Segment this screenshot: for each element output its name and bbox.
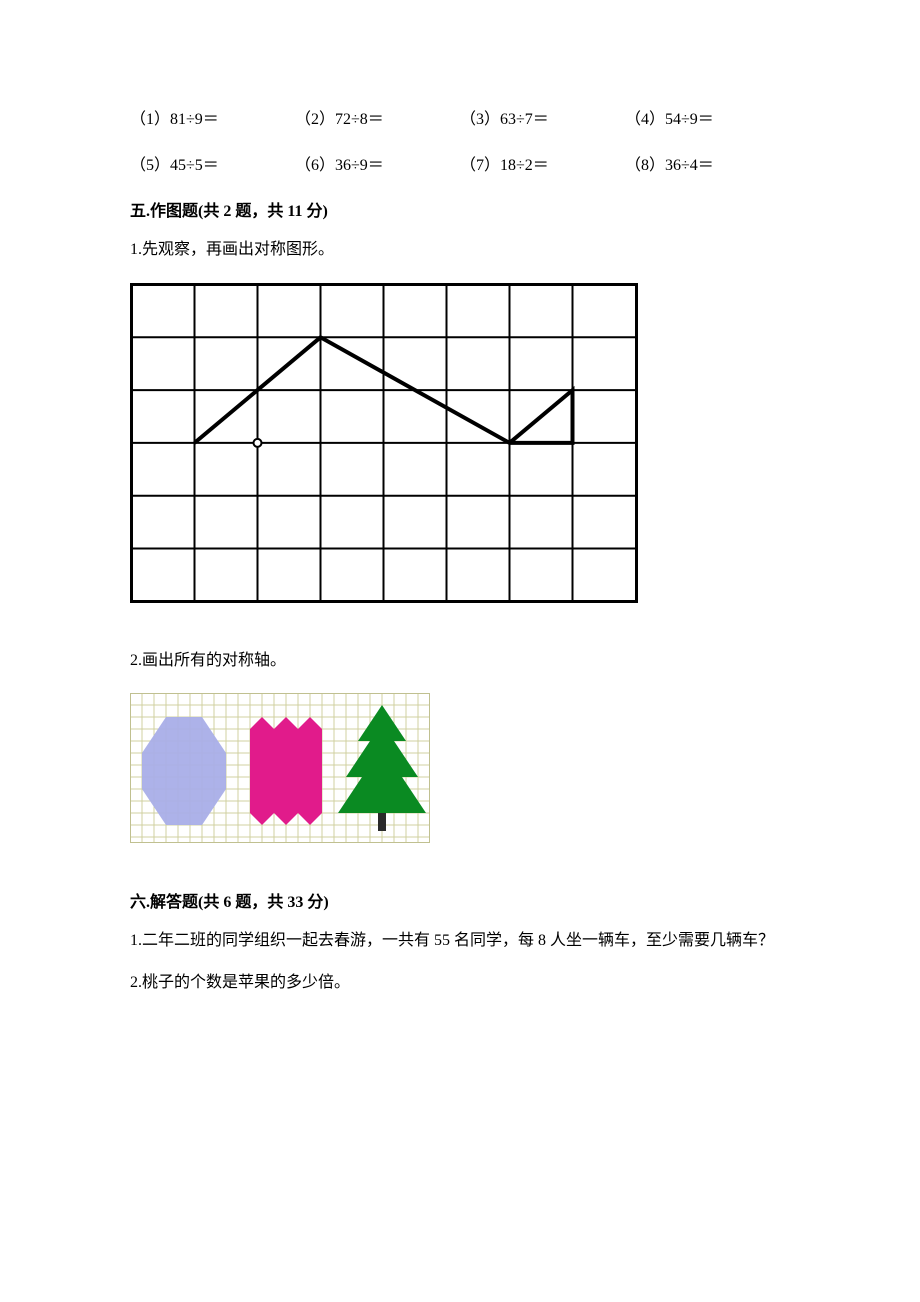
section6-q1: 1.二年二班的同学组织一起去春游，一共有 55 名同学，每 8 人坐一辆车，至少… <box>130 928 790 954</box>
section5-q1: 1.先观察，再画出对称图形。 <box>130 237 790 263</box>
calc-row-1: （1）81÷9＝ （2）72÷8＝ （3）63÷7＝ （4）54÷9＝ <box>130 105 790 129</box>
section5-q2: 2.画出所有的对称轴。 <box>130 648 790 674</box>
grid-svg <box>130 283 638 603</box>
section6-q2: 2.桃子的个数是苹果的多少倍。 <box>130 970 790 996</box>
calc-item: （3）63÷7＝ <box>460 105 625 129</box>
calc-item: （6）36÷9＝ <box>295 151 460 175</box>
calc-row-2: （5）45÷5＝ （6）36÷9＝ （7）18÷2＝ （8）36÷4＝ <box>130 151 790 175</box>
calc-item: （8）36÷4＝ <box>625 151 790 175</box>
shapes-grid-figure <box>130 693 790 848</box>
calc-item: （1）81÷9＝ <box>130 105 295 129</box>
calc-item: （5）45÷5＝ <box>130 151 295 175</box>
section6-title: 六.解答题(共 6 题，共 33 分) <box>130 888 790 912</box>
shapes-svg <box>130 693 430 843</box>
grid-symmetry-figure <box>130 283 790 608</box>
tulip-shape <box>250 717 322 825</box>
section5-title: 五.作图题(共 2 题，共 11 分) <box>130 197 790 221</box>
page-content: （1）81÷9＝ （2）72÷8＝ （3）63÷7＝ （4）54÷9＝ （5）4… <box>0 0 920 1071</box>
calc-item: （4）54÷9＝ <box>625 105 790 129</box>
calc-item: （7）18÷2＝ <box>460 151 625 175</box>
calc-item: （2）72÷8＝ <box>295 105 460 129</box>
